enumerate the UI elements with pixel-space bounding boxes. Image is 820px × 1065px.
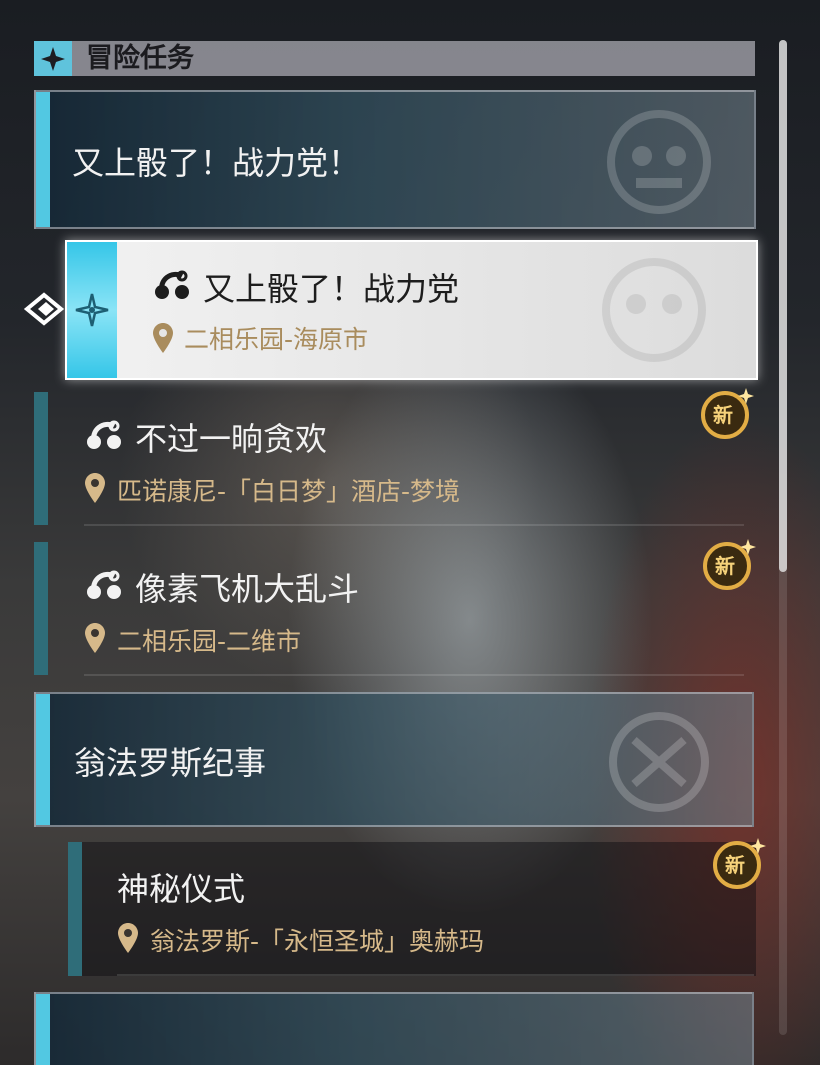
star-emblem-icon bbox=[34, 41, 72, 76]
new-badge-icon: 新 bbox=[698, 537, 756, 591]
selection-pointer-icon bbox=[24, 292, 65, 326]
quest-location: 翁法罗斯-「永恒圣城」奥赫玛 bbox=[150, 927, 485, 956]
row-divider bbox=[84, 674, 744, 676]
quest-location: 匹诺康尼-「白日梦」酒店-梦境 bbox=[117, 477, 461, 506]
location-pin-icon bbox=[85, 623, 105, 653]
quest-title: 不过一晌贪欢 bbox=[135, 420, 328, 458]
selected-quest-badge bbox=[67, 242, 117, 378]
new-badge-icon: 新 bbox=[708, 836, 766, 890]
new-badge-label: 新 bbox=[713, 403, 733, 427]
location-pin-icon bbox=[153, 323, 173, 353]
selected-quest-location: 二相乐园-海原市 bbox=[184, 325, 369, 354]
group-title: 翁法罗斯纪事 bbox=[74, 744, 267, 782]
group-emblem-icon bbox=[607, 110, 711, 214]
location-pin-icon bbox=[85, 473, 105, 503]
diamond-emblem-icon bbox=[75, 293, 109, 327]
scrollbar-thumb[interactable] bbox=[779, 40, 787, 572]
quest-node-icon bbox=[87, 420, 121, 449]
selected-quest-title: 又上骰了！战力党 bbox=[203, 270, 460, 308]
quest-node-icon bbox=[87, 570, 121, 599]
group-accent-bar bbox=[36, 694, 50, 825]
quest-title: 像素飞机大乱斗 bbox=[135, 570, 360, 608]
group-accent-bar bbox=[36, 994, 50, 1065]
quest-node-icon bbox=[155, 270, 189, 299]
section-title: 冒险任务 bbox=[86, 43, 194, 74]
row-divider bbox=[117, 974, 754, 976]
row-divider bbox=[84, 524, 744, 526]
new-badge-label: 新 bbox=[715, 554, 735, 578]
quest-row-accent bbox=[68, 842, 82, 976]
group-emblem-icon bbox=[609, 712, 709, 812]
group-accent-bar bbox=[36, 92, 50, 227]
new-badge-label: 新 bbox=[725, 853, 745, 877]
group-title: 又上骰了！战力党！ bbox=[72, 144, 361, 182]
quest-group-header-partial[interactable] bbox=[34, 992, 754, 1065]
location-pin-icon bbox=[118, 923, 138, 953]
quest-row-accent bbox=[34, 392, 48, 525]
quest-location: 二相乐园-二维市 bbox=[117, 627, 302, 656]
quest-row-accent bbox=[34, 542, 48, 675]
selected-quest-card[interactable] bbox=[65, 240, 758, 380]
quest-title: 神秘仪式 bbox=[117, 870, 246, 908]
new-badge-icon: 新 bbox=[696, 386, 754, 440]
card-emblem-icon bbox=[602, 258, 706, 362]
